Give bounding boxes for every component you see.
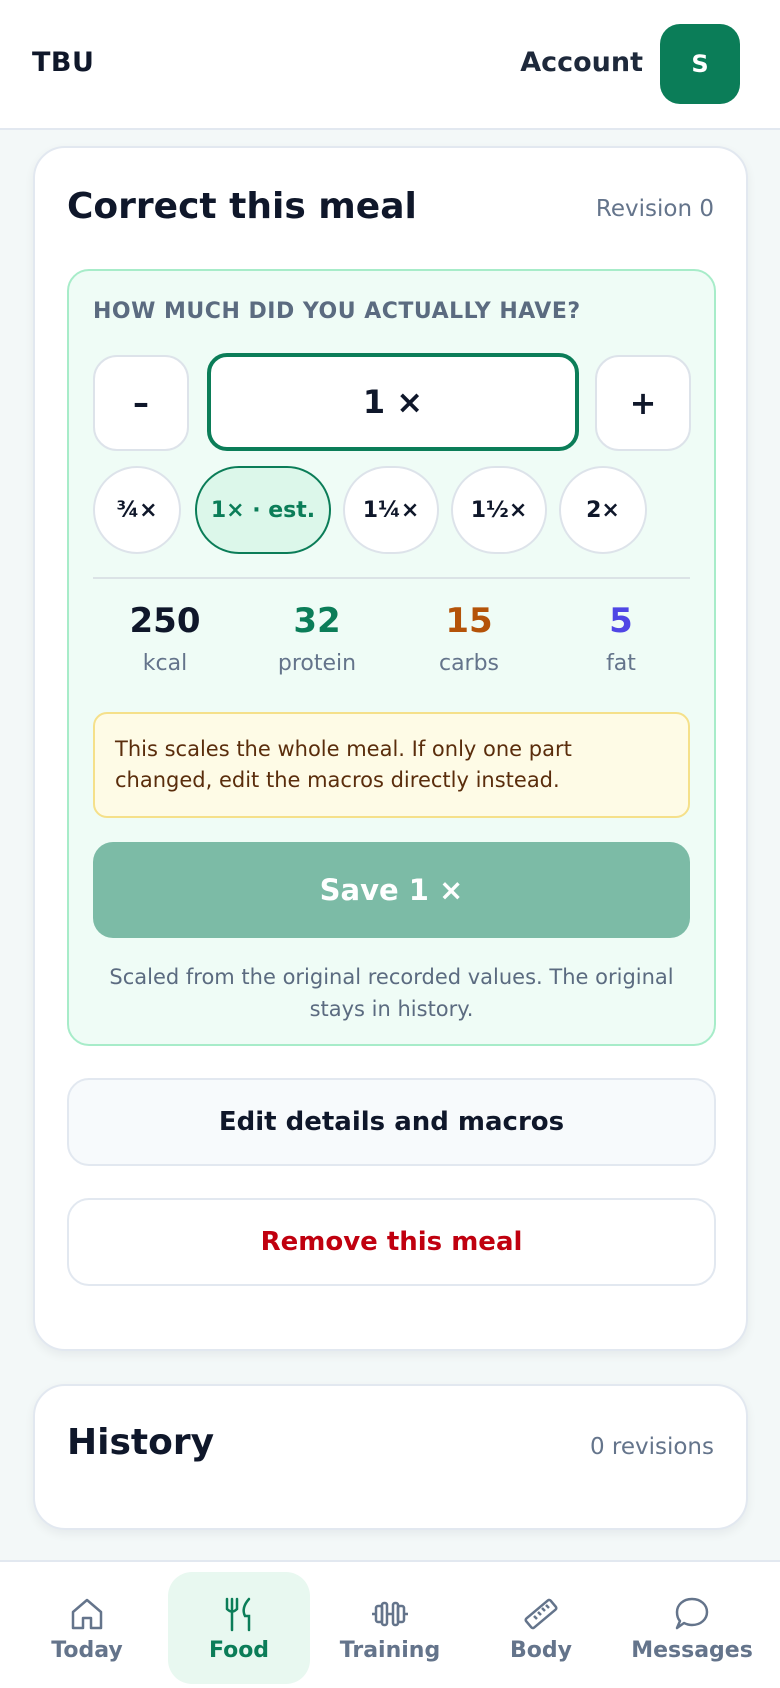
nav-item-body[interactable]: Body [470,1572,612,1684]
nav-item-training[interactable]: Training [319,1572,461,1684]
portion-question: HOW MUCH DID YOU ACTUALLY HAVE? [93,299,581,324]
save-button[interactable]: Save 1 × [93,842,690,938]
macro-fat-label: fat [606,651,636,676]
divider [93,577,690,579]
card-title: Correct this meal [67,186,417,227]
revision-label: Revision 0 [595,196,714,222]
bottom-nav: Today Food Training Body Messages [0,1560,780,1688]
increment-button[interactable]: + [595,355,691,451]
quantity-field[interactable]: 1 × [207,353,579,451]
dumbbell-icon [372,1601,408,1626]
macro-kcal-value: 250 [129,601,201,641]
portion-panel: HOW MUCH DID YOU ACTUALLY HAVE? – 1 × + … [67,269,716,1046]
preset-chip-one-and-quarter[interactable]: 1¼× [343,466,439,554]
decrement-button[interactable]: – [93,355,189,451]
macro-carbs-label: carbs [438,651,500,676]
macro-fat: 5 fat [551,601,691,676]
account-link[interactable]: Account [520,47,643,78]
nav-item-food[interactable]: Food [168,1572,310,1684]
history-title: History [67,1422,215,1463]
scale-notice: This scales the whole meal. If only one … [93,712,690,818]
macro-fat-value: 5 [609,601,633,641]
nav-label-messages: Messages [631,1637,753,1663]
macro-protein-value: 32 [293,601,341,641]
remove-meal-button[interactable]: Remove this meal [67,1198,716,1286]
save-note: Scaled from the original recorded values… [109,965,674,1021]
nav-label-food: Food [208,1637,270,1663]
preset-chip-one-and-half[interactable]: 1½× [451,466,547,554]
nav-label-today: Today [51,1637,123,1663]
nav-label-body: Body [510,1637,572,1663]
macro-protein: 32 protein [247,601,387,676]
edit-details-button[interactable]: Edit details and macros [67,1078,716,1166]
fork-knife-icon [225,1597,251,1631]
avatar[interactable]: S [660,24,740,104]
nav-item-messages[interactable]: Messages [621,1572,763,1684]
macro-protein-label: protein [277,651,357,676]
chat-bubble-icon [675,1597,709,1629]
macro-carbs-value: 15 [445,601,493,641]
preset-chip-three-quarters[interactable]: ¾× [93,466,181,554]
macro-carbs: 15 carbs [399,601,539,676]
preset-chip-double[interactable]: 2× [559,466,647,554]
top-bar: TBU Account S [0,0,780,130]
nav-label-training: Training [339,1637,441,1663]
home-icon [71,1598,103,1629]
ruler-icon [524,1598,558,1629]
brand-logo[interactable]: TBU [32,47,94,78]
history-card: History 0 revisions [33,1384,748,1530]
nav-item-today[interactable]: Today [16,1572,158,1684]
revision-count: 0 revisions [589,1434,714,1460]
preset-chip-one-estimated[interactable]: 1× · est. [195,466,331,554]
macro-kcal-label: kcal [142,651,188,676]
macro-kcal: 250 kcal [95,601,235,676]
correct-meal-card: Correct this meal Revision 0 HOW MUCH DI… [33,146,748,1351]
